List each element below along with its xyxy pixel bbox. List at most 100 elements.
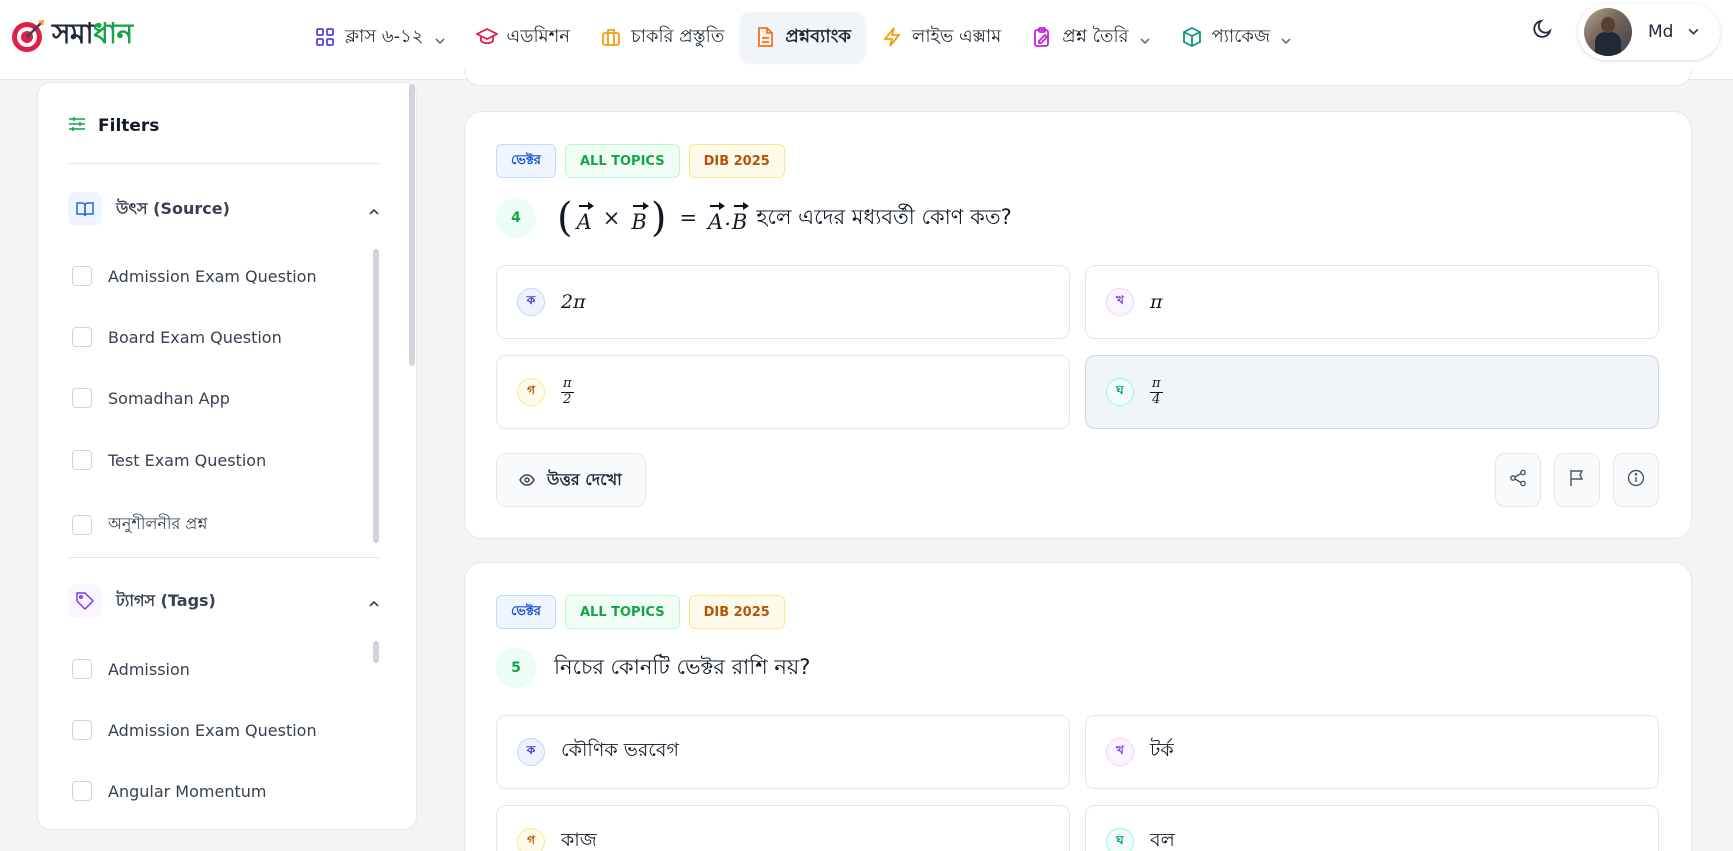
top-navbar: সমাধান ক্লাস ৬-১২ এডমিশন চাকরি প্রস্তুতি <box>0 0 1733 80</box>
nav-label: প্রশ্নব্যাংক <box>785 25 851 47</box>
answer-option[interactable]: খ টর্ক <box>1085 715 1659 789</box>
grid-icon <box>314 26 336 48</box>
eye-icon <box>519 471 535 490</box>
answer-option[interactable]: ক কৌণিক ভরবেগ <box>496 715 1070 789</box>
filter-option-label: Admission Exam Question <box>108 266 317 286</box>
dot-operator: . <box>724 206 731 230</box>
filter-option-label: Angular Momentum <box>108 781 267 801</box>
filter-option[interactable]: অনুশীলনীর প্রশ্ন <box>72 511 207 538</box>
topic-badge[interactable]: ALL TOPICS <box>564 144 680 178</box>
tag-icon <box>68 584 102 618</box>
nav-admission[interactable]: এডমিশন <box>462 12 584 62</box>
sidebar-scrollbar[interactable] <box>409 84 415 366</box>
answer-option[interactable]: গ π2 <box>496 355 1070 429</box>
vector-b: B <box>631 202 650 234</box>
filter-option[interactable]: Board Exam Question <box>72 327 282 347</box>
brand-name: সমাধান <box>52 17 133 50</box>
filters-title: Filters <box>98 116 160 136</box>
source-section-toggle[interactable]: উৎস (Source) <box>68 189 380 229</box>
answer-option-selected[interactable]: ঘ π4 <box>1085 355 1659 429</box>
checkbox[interactable] <box>72 659 92 679</box>
equals-operator: = <box>679 206 698 230</box>
option-fraction: π4 <box>1150 376 1163 407</box>
nav-job-prep[interactable]: চাকরি প্রস্তুতি <box>586 12 738 62</box>
avatar <box>1584 8 1632 56</box>
divider <box>68 557 380 558</box>
document-icon <box>754 26 776 48</box>
checkbox[interactable] <box>72 327 92 347</box>
filter-option-label: Somadhan App <box>108 388 230 408</box>
checkbox[interactable] <box>72 388 92 408</box>
filter-option[interactable]: Somadhan App <box>72 388 230 408</box>
filters-sidebar: Filters উৎস (Source) Admission Exam Ques… <box>37 82 417 830</box>
nav-label: লাইভ এক্সাম <box>911 25 1002 47</box>
option-value: টর্ক <box>1150 739 1174 761</box>
answer-option[interactable]: ক 2π <box>496 265 1070 339</box>
filter-option[interactable]: Test Exam Question <box>72 450 266 470</box>
filter-option-label: Admission <box>108 659 190 679</box>
nav-label: চাকরি প্রস্তুতি <box>631 25 725 47</box>
option-value: π <box>1150 291 1163 313</box>
question-card: ভেক্টর ALL TOPICS DIB 2025 4 ( A × B ) =… <box>464 111 1692 539</box>
flag-icon <box>1569 469 1585 491</box>
nav-live-exam[interactable]: লাইভ এক্সাম <box>867 12 1015 62</box>
option-letter: গ <box>517 378 545 406</box>
vector-b: B <box>732 202 750 234</box>
nav-question-bank[interactable]: প্রশ্নব্যাংক <box>740 12 865 62</box>
source-list-scrollbar[interactable] <box>373 249 379 543</box>
topic-badge[interactable]: ALL TOPICS <box>564 595 680 629</box>
answer-option[interactable]: ঘ বল <box>1085 805 1659 851</box>
theme-toggle-button[interactable] <box>1528 16 1558 46</box>
answer-option[interactable]: খ π <box>1085 265 1659 339</box>
filter-option[interactable]: Angular Momentum <box>72 781 266 801</box>
filter-option[interactable]: Admission Exam Question <box>72 720 317 740</box>
chevron-down-icon <box>1687 23 1700 42</box>
topic-badge[interactable]: ভেক্টর <box>496 144 556 178</box>
report-button[interactable] <box>1554 453 1600 507</box>
option-fraction: π2 <box>561 376 574 407</box>
source-badge[interactable]: DIB 2025 <box>688 144 785 178</box>
share-button[interactable] <box>1495 453 1541 507</box>
tags-list-scrollbar[interactable] <box>373 641 379 663</box>
checkbox[interactable] <box>72 514 92 535</box>
option-letter: খ <box>1106 288 1134 316</box>
checkbox[interactable] <box>72 720 92 740</box>
nav-class-6-12[interactable]: ক্লাস ৬-১২ <box>300 12 460 62</box>
show-answer-button[interactable]: উত্তর দেখো <box>496 453 646 507</box>
brand-logo[interactable]: সমাধান <box>10 12 133 59</box>
checkbox[interactable] <box>72 450 92 470</box>
show-answer-label: উত্তর দেখো <box>547 469 622 489</box>
option-value: কৌণিক ভরবেগ <box>561 739 679 761</box>
source-badge[interactable]: DIB 2025 <box>688 595 785 629</box>
question-card: ভেক্টর ALL TOPICS DIB 2025 5 নিচের কোনটি… <box>464 562 1692 851</box>
filter-option[interactable]: Admission Exam Question <box>72 266 317 286</box>
sliders-icon <box>68 115 86 137</box>
option-letter: ঘ <box>1106 828 1134 851</box>
package-icon <box>1181 26 1203 48</box>
option-letter: গ <box>517 828 545 851</box>
topic-badge[interactable]: ভেক্টর <box>496 595 556 629</box>
checkbox[interactable] <box>72 781 92 801</box>
checkbox[interactable] <box>72 266 92 286</box>
question-number: 4 <box>496 198 536 238</box>
filter-option-label: Test Exam Question <box>108 450 267 470</box>
nav-create-question[interactable]: প্রশ্ন তৈরি <box>1017 12 1164 62</box>
divider <box>68 163 380 164</box>
option-value: বল <box>1150 829 1175 851</box>
user-menu-button[interactable]: Md <box>1578 4 1720 60</box>
tags-section-title: ট্যাগস (Tags) <box>116 590 216 610</box>
share-icon <box>1509 469 1527 491</box>
nav-label: প্যাকেজ <box>1211 25 1271 47</box>
tags-section-toggle[interactable]: ট্যাগস (Tags) <box>68 581 380 621</box>
main-nav: ক্লাস ৬-১২ এডমিশন চাকরি প্রস্তুতি প্রশ্ন… <box>300 12 1308 62</box>
question-text: নিচের কোনটি ভেক্টর রাশি নয়? <box>554 654 811 679</box>
vector-a: A <box>708 202 726 234</box>
clipboard-edit-icon <box>1031 26 1053 48</box>
nav-label: প্রশ্ন তৈরি <box>1062 25 1129 47</box>
info-button[interactable] <box>1613 453 1659 507</box>
source-section-title: উৎস (Source) <box>116 198 230 218</box>
nav-package[interactable]: প্যাকেজ <box>1167 12 1307 62</box>
target-logo-icon <box>10 18 46 54</box>
answer-option[interactable]: গ কাজ <box>496 805 1070 851</box>
filter-option[interactable]: Admission <box>72 659 190 679</box>
